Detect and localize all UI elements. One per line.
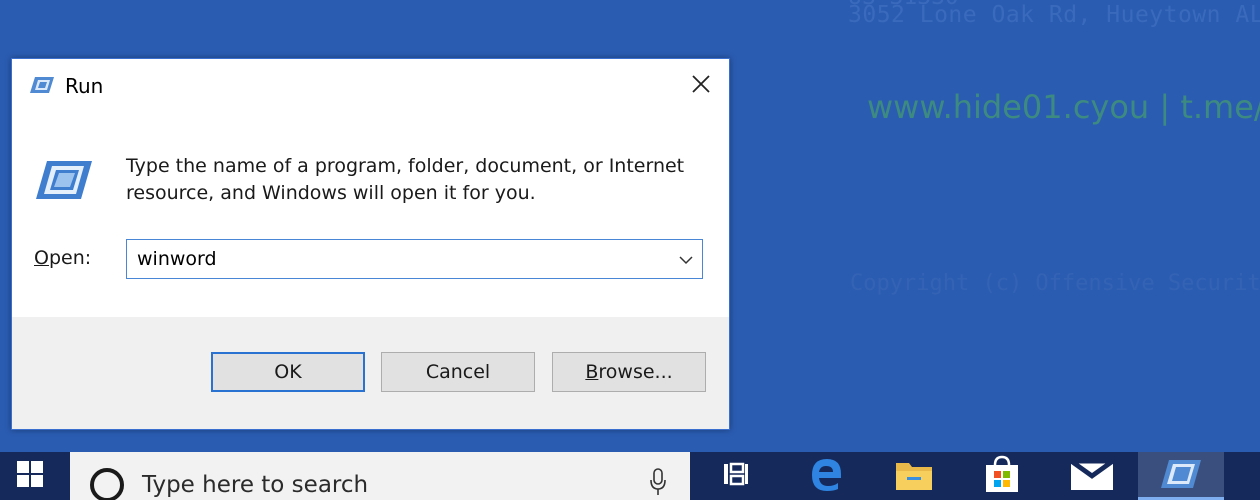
taskbar: Type here to search xyxy=(0,452,1260,500)
open-label-text: pen: xyxy=(48,247,92,269)
close-button[interactable] xyxy=(673,59,729,113)
taskbar-search-box[interactable]: Type here to search xyxy=(70,452,690,500)
start-button[interactable] xyxy=(0,452,60,500)
run-icon xyxy=(1160,459,1202,493)
run-taskbar-button[interactable] xyxy=(1138,452,1224,500)
button-bar: OK Cancel Browse... xyxy=(12,317,729,429)
cortana-icon xyxy=(88,466,126,500)
search-placeholder: Type here to search xyxy=(142,472,369,498)
open-dropdown-button[interactable] xyxy=(676,250,696,268)
store-icon xyxy=(984,455,1020,497)
watermark-copyright: Copyright (c) Offensive Security xyxy=(850,271,1260,296)
browse-label-text: rowse... xyxy=(598,361,673,383)
watermark-url: www.hide01.cyou | t.me/O xyxy=(867,88,1260,126)
open-label-accesskey: O xyxy=(34,247,49,269)
chevron-down-icon xyxy=(679,250,693,269)
task-view-button[interactable] xyxy=(696,452,776,500)
title-bar[interactable]: Run xyxy=(12,59,729,117)
open-combobox[interactable] xyxy=(126,239,703,279)
ok-button[interactable]: OK xyxy=(211,352,365,392)
cancel-button[interactable]: Cancel xyxy=(381,352,535,392)
windows-start-icon xyxy=(17,461,43,491)
task-view-icon xyxy=(721,459,751,493)
close-icon xyxy=(691,74,711,98)
dialog-title: Run xyxy=(65,74,104,98)
browse-button[interactable]: Browse... xyxy=(552,352,706,392)
microphone-icon[interactable] xyxy=(650,468,666,500)
edge-button[interactable] xyxy=(786,452,866,500)
run-program-icon xyxy=(35,160,93,204)
edge-icon xyxy=(808,456,844,496)
dialog-description: Type the name of a program, folder, docu… xyxy=(126,155,685,204)
run-dialog: Run Type the name of a program, folder, … xyxy=(11,58,730,430)
run-icon xyxy=(29,76,55,98)
open-input[interactable] xyxy=(127,240,667,278)
store-button[interactable] xyxy=(962,452,1042,500)
mail-button[interactable] xyxy=(1052,452,1132,500)
file-explorer-icon xyxy=(895,457,933,495)
mail-icon xyxy=(1066,457,1118,495)
open-label: Open: xyxy=(34,247,91,269)
watermark-address: 3052 Lone Oak Rd, Hueytown AL xyxy=(848,2,1260,28)
browse-accesskey: B xyxy=(585,361,599,383)
file-explorer-button[interactable] xyxy=(874,452,954,500)
